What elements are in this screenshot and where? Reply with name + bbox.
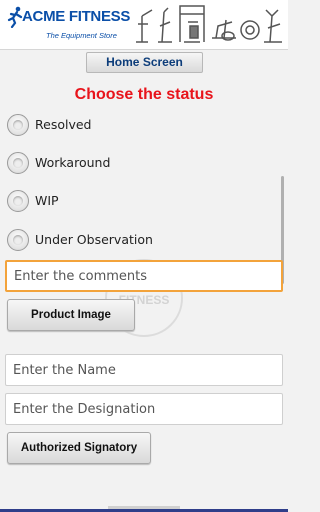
status-option-label: WIP	[35, 193, 59, 208]
radio-button[interactable]	[7, 190, 29, 212]
gym-equipment-banner-icon	[136, 5, 282, 43]
status-option-wip[interactable]: WIP	[7, 188, 257, 214]
home-screen-button[interactable]: Home Screen	[86, 52, 203, 73]
radio-button[interactable]	[7, 114, 29, 136]
name-input[interactable]	[5, 354, 283, 386]
status-title: Choose the status	[74, 86, 214, 103]
status-option-resolved[interactable]: Resolved	[7, 112, 257, 138]
status-option-workaround[interactable]: Workaround	[7, 150, 257, 176]
status-option-label: Under Observation	[35, 232, 153, 247]
authorized-signatory-button[interactable]: Authorized Signatory	[7, 432, 151, 464]
status-option-label: Resolved	[35, 117, 92, 132]
app-header: ACME FITNESS The Equipment Store	[0, 0, 288, 50]
brand-name: ACME FITNESS	[22, 8, 131, 25]
designation-input[interactable]	[5, 393, 283, 425]
radio-button[interactable]	[7, 229, 29, 251]
radio-button[interactable]	[7, 152, 29, 174]
comments-input[interactable]	[5, 260, 283, 292]
brand-tagline: The Equipment Store	[46, 31, 117, 40]
status-option-under-observation[interactable]: Under Observation	[7, 227, 257, 253]
status-option-label: Workaround	[35, 155, 111, 170]
product-image-button[interactable]: Product Image	[7, 299, 135, 331]
